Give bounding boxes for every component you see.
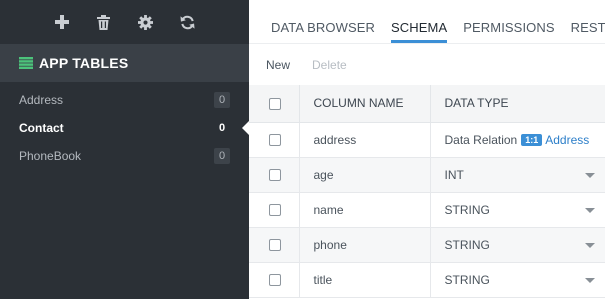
- sidebar-toolbar: [0, 0, 249, 44]
- tab-data-browser[interactable]: DATA BROWSER: [271, 20, 375, 43]
- plus-icon: [54, 15, 69, 29]
- data-type-value: INT: [444, 167, 464, 182]
- record-count-badge: 0: [214, 148, 230, 164]
- gear-icon: [138, 14, 153, 30]
- record-count-badge: 0: [218, 122, 226, 134]
- app-tables-header: APP TABLES: [0, 44, 249, 82]
- column-name-header[interactable]: COLUMN NAME: [299, 85, 431, 123]
- select-all-cell: [249, 85, 300, 123]
- data-type-select[interactable]: STRING: [430, 227, 605, 263]
- data-type-value: Data Relation: [444, 132, 518, 147]
- data-type-select[interactable]: STRING: [430, 192, 605, 228]
- column-name-cell[interactable]: age: [299, 157, 431, 193]
- tab-bar: DATA BROWSER SCHEMA PERMISSIONS REST CON…: [249, 0, 605, 44]
- sidebar-item-address[interactable]: Address 0: [0, 86, 249, 114]
- tab-schema[interactable]: SCHEMA: [391, 20, 448, 43]
- data-type-value: STRING: [444, 272, 490, 287]
- action-bar: New Delete: [249, 44, 605, 85]
- active-indicator-caret: [242, 121, 249, 135]
- data-type-value: STRING: [444, 237, 490, 252]
- table-label: Contact: [19, 121, 64, 135]
- row-select-cell: [249, 192, 300, 228]
- refresh-button[interactable]: [171, 5, 205, 39]
- row-checkbox[interactable]: [269, 274, 281, 287]
- data-type-value: STRING: [444, 202, 490, 217]
- chevron-down-icon[interactable]: [585, 242, 595, 248]
- chevron-down-icon[interactable]: [585, 172, 595, 178]
- row-checkbox[interactable]: [269, 134, 281, 147]
- sidebar-item-contact[interactable]: Contact 0: [0, 114, 249, 142]
- table-row[interactable]: name STRING: [249, 192, 605, 228]
- delete-table-button[interactable]: [87, 5, 121, 39]
- schema-table: COLUMN NAME DATA TYPE address Data Relat…: [249, 85, 605, 298]
- tables-icon: [19, 57, 33, 69]
- row-select-cell: [249, 262, 300, 298]
- column-name-cell[interactable]: phone: [299, 227, 431, 263]
- main-panel: DATA BROWSER SCHEMA PERMISSIONS REST CON…: [249, 0, 605, 299]
- chevron-down-icon[interactable]: [585, 277, 595, 283]
- table-label: Address: [19, 93, 64, 107]
- table-row[interactable]: title STRING: [249, 262, 605, 298]
- refresh-icon: [180, 15, 195, 29]
- column-name-cell[interactable]: address: [299, 122, 431, 158]
- row-select-cell: [249, 227, 300, 263]
- tab-permissions[interactable]: PERMISSIONS: [463, 20, 554, 43]
- new-column-button[interactable]: New: [266, 58, 290, 72]
- tab-rest-console[interactable]: REST CONSOLE: [571, 20, 605, 43]
- table-header-row: COLUMN NAME DATA TYPE: [249, 85, 605, 123]
- table-row[interactable]: address Data Relation 1:1 Address: [249, 122, 605, 158]
- settings-button[interactable]: [129, 5, 163, 39]
- table-row[interactable]: phone STRING: [249, 227, 605, 263]
- table-list: Address 0 Contact 0 PhoneBook 0: [0, 86, 249, 170]
- column-name-cell[interactable]: name: [299, 192, 431, 228]
- row-checkbox[interactable]: [269, 204, 281, 217]
- sidebar-item-phonebook[interactable]: PhoneBook 0: [0, 142, 249, 170]
- data-type-select[interactable]: STRING: [430, 262, 605, 298]
- delete-column-button[interactable]: Delete: [312, 58, 347, 72]
- app-tables-title: APP TABLES: [39, 55, 129, 71]
- relation-type-badge: 1:1: [521, 133, 543, 146]
- row-checkbox[interactable]: [269, 169, 281, 182]
- data-type-cell[interactable]: Data Relation 1:1 Address: [430, 122, 605, 158]
- row-select-cell: [249, 122, 300, 158]
- row-checkbox[interactable]: [269, 239, 281, 252]
- add-table-button[interactable]: [45, 5, 79, 39]
- chevron-down-icon[interactable]: [585, 207, 595, 213]
- trash-icon: [97, 14, 110, 30]
- row-select-cell: [249, 157, 300, 193]
- select-all-checkbox[interactable]: [269, 98, 281, 111]
- table-label: PhoneBook: [19, 149, 82, 163]
- record-count-badge: 0: [214, 92, 230, 108]
- relation-target-link[interactable]: Address: [545, 133, 589, 147]
- column-name-cell[interactable]: title: [299, 262, 431, 298]
- sidebar: APP TABLES Address 0 Contact 0 PhoneBook…: [0, 0, 249, 299]
- data-type-header[interactable]: DATA TYPE: [430, 85, 605, 123]
- data-type-select[interactable]: INT: [430, 157, 605, 193]
- table-row[interactable]: age INT: [249, 157, 605, 193]
